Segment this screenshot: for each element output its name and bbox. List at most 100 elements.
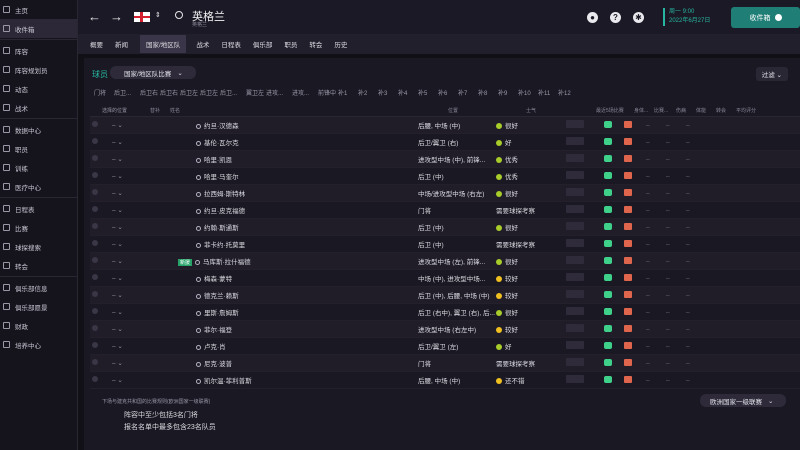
- position-tab[interactable]: 补9: [498, 88, 518, 97]
- column-header[interactable]: 比赛...: [654, 107, 676, 114]
- player-name-cell[interactable]: 梅森·蒙特: [140, 273, 418, 283]
- player-name-cell[interactable]: 尼克·波普: [140, 358, 418, 368]
- player-name[interactable]: 哈里·马奎尔: [204, 174, 239, 181]
- player-name[interactable]: 德克兰·赖斯: [204, 293, 239, 300]
- position-tab[interactable]: 补1: [338, 88, 358, 97]
- column-header[interactable]: 体能: [696, 107, 716, 114]
- position-tab[interactable]: 门将: [94, 88, 114, 97]
- player-name[interactable]: 马库斯·拉什福德: [203, 259, 251, 266]
- column-header[interactable]: 士气: [526, 107, 596, 114]
- selected-position-dropdown[interactable]: – ⌄: [100, 172, 140, 180]
- table-row[interactable]: – ⌄ 哈里·凯恩 进攻型中场 (中), 前锋... 优秀 – – –: [90, 151, 800, 168]
- row-select-radio[interactable]: [90, 189, 100, 197]
- sidebar-item[interactable]: 主页: [0, 0, 77, 19]
- player-name-cell[interactable]: 德克兰·赖斯: [140, 290, 418, 300]
- row-select-radio[interactable]: [90, 325, 100, 333]
- column-header[interactable]: 平均评分: [736, 107, 800, 114]
- position-tab[interactable]: 补12: [558, 88, 578, 97]
- menu-item[interactable]: 职员: [284, 35, 297, 53]
- position-tab[interactable]: 补10: [518, 88, 538, 97]
- player-name-cell[interactable]: 约旦·皮克福德: [140, 205, 418, 215]
- player-name[interactable]: 卢克·肖: [204, 344, 226, 351]
- menu-item[interactable]: 概要: [90, 35, 103, 53]
- selected-position-dropdown[interactable]: – ⌄: [100, 274, 140, 282]
- selected-position-dropdown[interactable]: – ⌄: [100, 206, 140, 214]
- settings-gear-icon[interactable]: ✱: [633, 12, 644, 23]
- player-name[interactable]: 哈里·凯恩: [204, 157, 232, 164]
- inbox-button[interactable]: 收件箱: [731, 7, 800, 28]
- column-header[interactable]: 伤病: [676, 107, 696, 114]
- player-name[interactable]: 凯尔温·菲利普斯: [204, 378, 252, 385]
- sidebar-item[interactable]: 动态: [0, 79, 77, 98]
- table-row[interactable]: – ⌄ 拉西姆·斯特林 中场/进攻型中场 (右左) 很好 – – –: [90, 185, 800, 202]
- position-tab[interactable]: 补11: [538, 88, 558, 97]
- table-row[interactable]: – ⌄ 卢克·肖 后卫/翼卫 (左) 好 – – –: [90, 338, 800, 355]
- position-tab[interactable]: 后卫左: [200, 88, 220, 97]
- table-row[interactable]: – ⌄ 菲卡约·托莫里 后卫 (中) 需要球探考察 – – –: [90, 236, 800, 253]
- sidebar-item[interactable]: 战术: [0, 98, 77, 117]
- position-tab[interactable]: 进攻...: [266, 88, 292, 97]
- menu-item[interactable]: 新闻: [115, 35, 128, 53]
- menu-item[interactable]: 战术: [196, 35, 209, 53]
- row-select-radio[interactable]: [90, 155, 100, 163]
- table-row[interactable]: – ⌄ 凯尔温·菲利普斯 后腰, 中场 (中) 还不错 – – –: [90, 372, 800, 389]
- sidebar-item[interactable]: 日程表: [0, 199, 77, 218]
- column-header[interactable]: 身体...: [634, 107, 654, 114]
- player-name[interactable]: 梅森·蒙特: [204, 276, 232, 283]
- player-name-cell[interactable]: 基伦·瓦尔克: [140, 137, 418, 147]
- player-name-cell[interactable]: 拉西姆·斯特林: [140, 188, 418, 198]
- player-name[interactable]: 拉西姆·斯特林: [204, 191, 245, 198]
- table-row[interactable]: – ⌄ 约翰·斯通斯 后卫 (中) 很好 – – –: [90, 219, 800, 236]
- selected-position-dropdown[interactable]: – ⌄: [100, 342, 140, 350]
- selected-position-dropdown[interactable]: – ⌄: [100, 376, 140, 384]
- selected-position-dropdown[interactable]: – ⌄: [100, 155, 140, 163]
- table-row[interactable]: – ⌄ 新援 马库斯·拉什福德 进攻型中场 (左), 前锋... 很好 – – –: [90, 253, 800, 270]
- menu-item[interactable]: 历史: [334, 35, 347, 53]
- player-name[interactable]: 约旦·汉德森: [204, 123, 239, 130]
- player-name-cell[interactable]: 约旦·汉德森: [140, 120, 418, 130]
- sidebar-item[interactable]: 俱乐部愿景: [0, 297, 77, 316]
- selected-position-dropdown[interactable]: – ⌄: [100, 189, 140, 197]
- row-select-radio[interactable]: [90, 308, 100, 316]
- sidebar-item[interactable]: 职员: [0, 139, 77, 158]
- sidebar-item[interactable]: 数据中心: [0, 120, 77, 139]
- position-tab[interactable]: 补6: [438, 88, 458, 97]
- filter-button[interactable]: 过滤 ⌄: [755, 67, 788, 81]
- sidebar-item[interactable]: 俱乐部信息: [0, 278, 77, 297]
- player-name[interactable]: 基伦·瓦尔克: [204, 140, 239, 147]
- search-icon[interactable]: [175, 11, 183, 19]
- column-header[interactable]: 选择的位置: [90, 107, 130, 114]
- menu-item[interactable]: 日程表: [221, 35, 241, 53]
- help-icon[interactable]: ?: [610, 12, 621, 23]
- menu-item[interactable]: 俱乐部: [253, 35, 273, 53]
- row-select-radio[interactable]: [90, 121, 100, 129]
- forward-arrow-icon[interactable]: →: [110, 9, 123, 24]
- table-row[interactable]: – ⌄ 哈里·马奎尔 后卫 (中) 优秀 – – –: [90, 168, 800, 185]
- column-header[interactable]: 最近5场比赛: [596, 107, 634, 114]
- position-tab[interactable]: 后卫右: [140, 88, 160, 97]
- column-header[interactable]: 位置: [448, 107, 526, 114]
- player-name-cell[interactable]: 新援 马库斯·拉什福德: [140, 256, 418, 266]
- row-select-radio[interactable]: [90, 240, 100, 248]
- table-row[interactable]: – ⌄ 菲尔·福登 进攻型中场 (右左中) 较好 – – –: [90, 321, 800, 338]
- position-tab[interactable]: 进攻...: [292, 88, 318, 97]
- column-header[interactable]: 转会: [716, 107, 736, 114]
- row-select-radio[interactable]: [90, 257, 100, 265]
- player-name-cell[interactable]: 哈里·凯恩: [140, 154, 418, 164]
- sidebar-item[interactable]: 阵容: [0, 41, 77, 60]
- selected-position-dropdown[interactable]: – ⌄: [100, 291, 140, 299]
- sidebar-item[interactable]: 比赛: [0, 218, 77, 237]
- selected-position-dropdown[interactable]: – ⌄: [100, 359, 140, 367]
- selected-position-dropdown[interactable]: – ⌄: [100, 240, 140, 248]
- menu-item[interactable]: 转会: [309, 35, 322, 53]
- selected-position-dropdown[interactable]: – ⌄: [100, 138, 140, 146]
- selected-position-dropdown[interactable]: – ⌄: [100, 257, 140, 265]
- position-tab[interactable]: 后卫...: [220, 88, 246, 97]
- sidebar-item[interactable]: 培养中心: [0, 335, 77, 354]
- position-tab[interactable]: 前锋中: [318, 88, 338, 97]
- row-select-radio[interactable]: [90, 206, 100, 214]
- player-name[interactable]: 约旦·皮克福德: [204, 208, 245, 215]
- table-row[interactable]: – ⌄ 梅森·蒙特 中场 (中), 进攻型中场... 较好 – – –: [90, 270, 800, 287]
- position-tab[interactable]: 补2: [358, 88, 378, 97]
- player-name[interactable]: 约翰·斯通斯: [204, 225, 239, 232]
